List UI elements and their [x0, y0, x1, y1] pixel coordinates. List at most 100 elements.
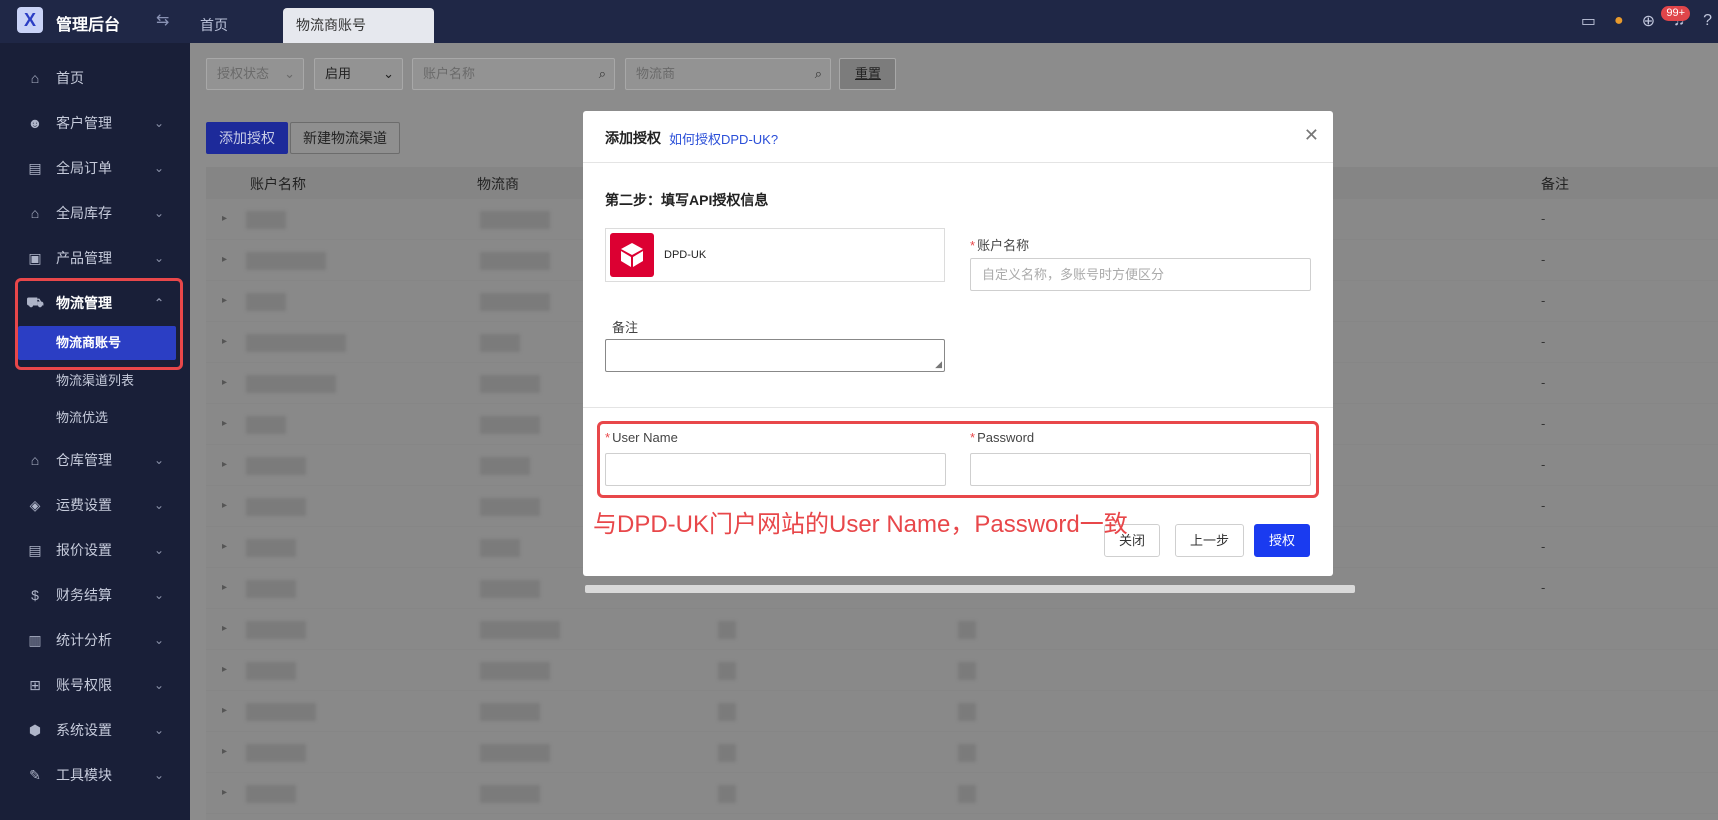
store-icon[interactable]: ▭ [1581, 11, 1596, 31]
chevron-down-icon: ⌄ [153, 633, 164, 647]
new-channel-button[interactable]: 新建物流渠道 [290, 122, 400, 154]
column-header: 物流商 [477, 176, 519, 192]
chart-icon: ▥ [28, 631, 42, 648]
sidebar-item-products[interactable]: ▣ 产品管理 ⌄ [0, 238, 190, 278]
chevron-down-icon: ⌄ [153, 161, 164, 175]
orders-icon: ▤ [28, 159, 42, 176]
sidebar-item-permissions[interactable]: ⊞ 账号权限 ⌄ [0, 665, 190, 705]
collapse-menu-icon[interactable]: ⇆ [156, 10, 169, 30]
close-icon[interactable]: ✕ [1304, 125, 1319, 146]
chevron-down-icon: ⌄ [153, 543, 164, 557]
warehouse-icon: ⌂ [30, 205, 40, 221]
expand-icon[interactable]: ▸ [222, 746, 227, 757]
expand-icon[interactable]: ▸ [222, 500, 227, 511]
chevron-down-icon: ⌄ [153, 251, 164, 265]
column-header: 备注 [1541, 176, 1569, 192]
auth-status-select[interactable]: 授权状态 ⌄ [206, 58, 304, 90]
sidebar-item-freight[interactable]: ◈ 运费设置 ⌄ [0, 485, 190, 525]
table-row[interactable]: ▸ [206, 773, 1718, 814]
sidebar: ⌂ 首页 ☻ 客户管理 ⌄ ▤ 全局订单 ⌄ ⌂ 全局库存 ⌄ ▣ 产品管理 ⌄ ⛟ 物流管理 ⌃ 物… [0, 43, 190, 820]
sidebar-item-home[interactable]: ⌂ 首页 [0, 58, 190, 98]
sidebar-item-tools[interactable]: ✎ 工具模块 ⌄ [0, 755, 190, 795]
tab-carrier-accounts[interactable]: 物流商账号 [283, 8, 434, 43]
sidebar-item-quotes[interactable]: ▤ 报价设置 ⌄ [0, 530, 190, 570]
table-row[interactable]: ▸ [206, 732, 1718, 773]
expand-icon[interactable]: ▸ [222, 582, 227, 593]
table-row[interactable]: ▸ [206, 609, 1718, 650]
highlight-box-credentials [597, 421, 1319, 498]
tab-home[interactable]: 首页 [200, 8, 228, 43]
expand-icon[interactable]: ▸ [222, 705, 227, 716]
table-row[interactable]: ▸ [206, 650, 1718, 691]
annotation-text: 与DPD-UK门户网站的User Name，Password一致 [593, 511, 1128, 538]
search-icon: ⌕ [814, 66, 822, 81]
carrier-name: DPD-UK [664, 249, 707, 261]
sidebar-item-warehouse[interactable]: ⌂ 仓库管理 ⌄ [0, 440, 190, 480]
expand-icon[interactable]: ▸ [222, 377, 227, 388]
highlight-box-logistics [15, 278, 183, 370]
modal-header: 添加授权 如何授权DPD-UK? ✕ [583, 111, 1333, 163]
sidebar-item-settings[interactable]: ⬢ 系统设置 ⌄ [0, 710, 190, 750]
sidebar-subitem-logistics-optimize[interactable]: 物流优选 [0, 401, 190, 435]
expand-icon[interactable]: ▸ [222, 459, 227, 470]
chevron-down-icon: ⌄ [153, 588, 164, 602]
horizontal-scrollbar[interactable] [585, 585, 1355, 593]
chevron-down-icon: ⌄ [153, 723, 164, 737]
step-title: 第二步：填写API授权信息 [605, 192, 769, 208]
authorize-button[interactable]: 授权 [1254, 524, 1311, 557]
remark-textarea[interactable]: ◢ [605, 339, 945, 372]
app-title: 管理后台 [56, 17, 121, 34]
carrier-card: DPD-UK [605, 228, 945, 282]
expand-icon[interactable]: ▸ [222, 295, 227, 306]
reset-button[interactable]: 重置 [839, 58, 896, 90]
expand-icon[interactable]: ▸ [222, 254, 227, 265]
sidebar-item-inventory[interactable]: ⌂ 全局库存 ⌄ [0, 193, 190, 233]
expand-icon[interactable]: ▸ [222, 664, 227, 675]
store-icon: ⌂ [30, 452, 40, 468]
account-name-input[interactable]: 自定义名称，多账号时方便区分 [970, 258, 1311, 291]
org-icon: ⊞ [29, 676, 41, 693]
chevron-down-icon: ⌄ [383, 66, 394, 81]
modal-title: 添加授权 [605, 130, 661, 146]
account-name-search[interactable]: 账户名称 ⌕ [412, 58, 615, 90]
sidebar-item-finance[interactable]: $ 财务结算 ⌄ [0, 575, 190, 615]
freight-icon: ◈ [29, 496, 41, 513]
sidebar-item-customers[interactable]: ☻ 客户管理 ⌄ [0, 103, 190, 143]
download-icon[interactable]: ⊕ [1642, 11, 1655, 31]
sidebar-item-stats[interactable]: ▥ 统计分析 ⌄ [0, 620, 190, 660]
divider [583, 407, 1333, 408]
table-row[interactable]: ▸ [206, 691, 1718, 732]
bag-icon: ▣ [28, 249, 42, 266]
enabled-select[interactable]: 启用 ⌄ [314, 58, 403, 90]
wrench-icon: ✎ [29, 766, 41, 783]
prev-step-button[interactable]: 上一步 [1175, 524, 1245, 557]
resize-handle-icon[interactable]: ◢ [935, 359, 942, 370]
search-icon: ⌕ [598, 66, 606, 81]
carrier-search[interactable]: 物流商 ⌕ [625, 58, 831, 90]
column-header: 账户名称 [250, 176, 306, 192]
help-icon[interactable]: ? [1703, 12, 1712, 30]
sidebar-item-orders[interactable]: ▤ 全局订单 ⌄ [0, 148, 190, 188]
chevron-down-icon: ⌄ [153, 498, 164, 512]
notification-badge: 99+ [1661, 6, 1690, 21]
expand-icon[interactable]: ▸ [222, 336, 227, 347]
finance-icon: $ [31, 587, 39, 603]
chevron-down-icon: ⌄ [153, 768, 164, 782]
chevron-down-icon: ⌄ [153, 116, 164, 130]
expand-icon[interactable]: ▸ [222, 787, 227, 798]
chevron-down-icon: ⌄ [284, 66, 295, 81]
quote-icon: ▤ [28, 541, 42, 558]
robot-icon[interactable]: ● [1614, 12, 1624, 30]
expand-icon[interactable]: ▸ [222, 418, 227, 429]
expand-icon[interactable]: ▸ [222, 541, 227, 552]
chevron-down-icon: ⌄ [153, 206, 164, 220]
users-icon: ☻ [27, 115, 43, 131]
expand-icon[interactable]: ▸ [222, 623, 227, 634]
account-name-label: * 账户名称 [970, 238, 1030, 253]
add-auth-button[interactable]: 添加授权 [206, 122, 288, 154]
logo: X [17, 7, 43, 33]
home-icon: ⌂ [30, 70, 40, 86]
help-link[interactable]: 如何授权DPD-UK? [669, 129, 778, 148]
expand-icon[interactable]: ▸ [222, 213, 227, 224]
chevron-down-icon: ⌄ [153, 453, 164, 467]
